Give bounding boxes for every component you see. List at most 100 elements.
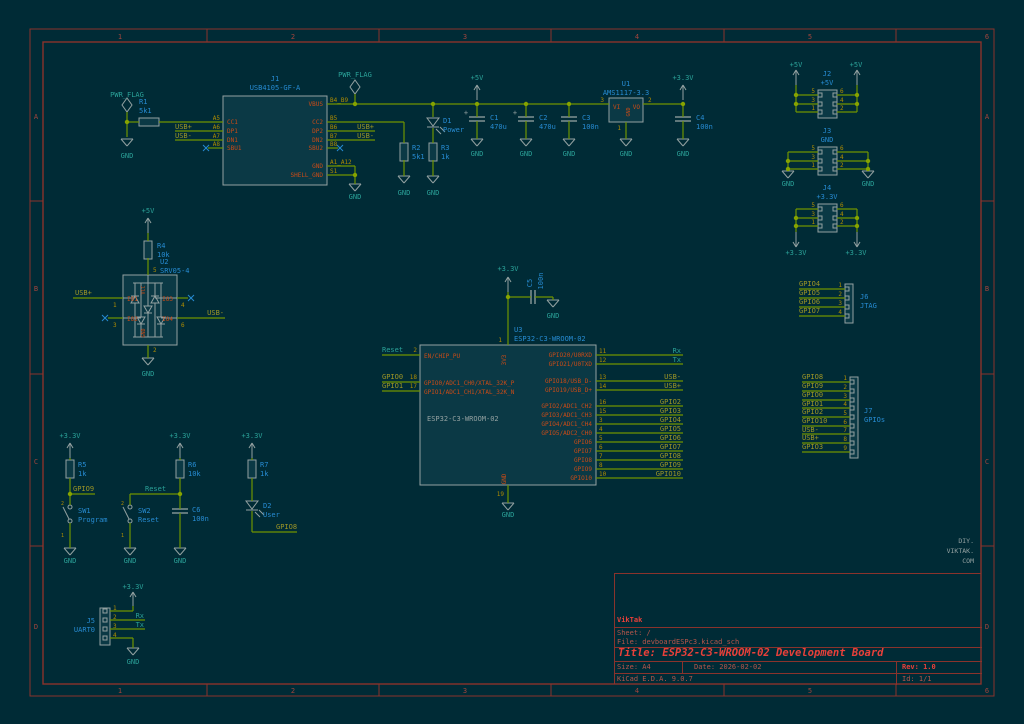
pin-name[interactable]: DN2 xyxy=(312,137,323,144)
component-ref-value[interactable]: R6 xyxy=(188,461,196,469)
pin-number[interactable]: 3 xyxy=(113,322,117,329)
pin-number[interactable]: 4 xyxy=(840,211,844,218)
pin-name[interactable]: VBUS xyxy=(309,101,324,108)
pin-name[interactable]: GPIO19/USB_D+ xyxy=(545,387,592,394)
pin-name[interactable]: EN/CHIP_PU xyxy=(424,353,461,360)
pin-number[interactable]: 3 xyxy=(843,393,847,400)
component-ref-value[interactable]: 5k1 xyxy=(412,153,425,161)
pin-number[interactable]: 2 xyxy=(840,105,844,112)
net-label[interactable]: GPIO9 xyxy=(802,382,823,390)
pin-name[interactable]: GPIO1/ADC1_CH1/XTAL_32K_N xyxy=(424,389,515,396)
gnd-symbol[interactable] xyxy=(398,176,404,183)
net-label[interactable]: GPIO10 xyxy=(802,417,827,425)
pin-number[interactable]: 2 xyxy=(840,219,844,226)
net-label[interactable]: GPIO8 xyxy=(660,452,681,460)
pin-name[interactable]: SBU1 xyxy=(227,145,242,152)
component-ref-value[interactable]: USB4105-GF-A xyxy=(250,84,301,92)
pin-number[interactable]: 1 xyxy=(617,125,621,132)
pin-name[interactable]: IO1 xyxy=(127,296,138,303)
pin-number[interactable]: 4 xyxy=(843,401,847,408)
pin-number[interactable]: 2 xyxy=(838,291,842,298)
gnd-symbol[interactable] xyxy=(133,648,139,655)
pin-name[interactable]: SHELL_GND xyxy=(290,172,323,179)
component-ref-value[interactable]: JTAG xyxy=(860,302,877,310)
gnd-symbol[interactable] xyxy=(620,139,626,146)
net-label[interactable]: USB+ xyxy=(664,382,681,390)
junction-dot[interactable] xyxy=(353,173,357,177)
component-ref-value[interactable]: SW2 xyxy=(138,507,151,515)
power-net-label[interactable]: GND xyxy=(124,557,137,565)
gnd-symbol[interactable] xyxy=(121,139,127,146)
junction-dot[interactable] xyxy=(866,167,870,171)
power-net-label[interactable]: +3.3V xyxy=(672,74,694,82)
resistor-symbol[interactable] xyxy=(400,143,408,161)
power-net-label[interactable]: GND xyxy=(520,150,533,158)
pin-number[interactable]: 1 xyxy=(843,375,847,382)
component-ref-value[interactable]: 100n xyxy=(696,123,713,131)
pin-number[interactable]: A1_A12 xyxy=(330,159,352,166)
gnd-symbol[interactable] xyxy=(127,648,133,655)
junction-dot[interactable] xyxy=(431,102,435,106)
pin-number[interactable]: A8 xyxy=(213,141,221,148)
pin-name[interactable]: GPIO9 xyxy=(574,466,592,473)
component-ref-value[interactable]: J4 xyxy=(823,184,831,192)
power-net-label[interactable]: GND xyxy=(121,152,134,160)
component-ref-value[interactable]: U3 xyxy=(514,326,522,334)
gnd-symbol[interactable] xyxy=(502,503,508,510)
gnd-symbol[interactable] xyxy=(148,358,154,365)
pin-number[interactable]: B6 xyxy=(330,124,338,131)
pin-name[interactable]: IO2 xyxy=(127,316,138,323)
power-net-label[interactable]: +5V xyxy=(471,74,484,82)
gnd-symbol[interactable] xyxy=(174,548,180,555)
power-net-label[interactable]: +3.3V xyxy=(785,249,807,257)
pin-number[interactable]: 2 xyxy=(61,501,64,507)
schematic-text[interactable]: + xyxy=(513,109,517,117)
gnd-symbol[interactable] xyxy=(569,139,575,146)
pin-number[interactable]: 4 xyxy=(113,632,117,639)
component-ref-value[interactable]: 1k xyxy=(78,470,87,478)
net-label[interactable]: GPIO6 xyxy=(660,434,681,442)
component-ref-value[interactable]: C1 xyxy=(490,114,498,122)
component-ref-value[interactable]: C5 xyxy=(526,279,534,287)
component-ref-value[interactable]: J2 xyxy=(823,70,831,78)
junction-dot[interactable] xyxy=(178,492,182,496)
schematic-text[interactable]: + xyxy=(464,109,468,117)
net-label[interactable]: GPIO7 xyxy=(799,307,820,315)
junction-dot[interactable] xyxy=(855,102,859,106)
component-ref-value[interactable]: U2 xyxy=(160,258,168,266)
component-ref-value[interactable]: UART0 xyxy=(74,626,95,634)
pwr-flag-symbol[interactable] xyxy=(122,98,132,112)
net-label[interactable]: USB- xyxy=(802,426,819,434)
pin-number[interactable]: 14 xyxy=(599,383,607,390)
power-net-label[interactable]: GND xyxy=(64,557,77,565)
gnd-symbol[interactable] xyxy=(520,139,526,146)
pin-name[interactable]: GPIO21/U0TXD xyxy=(549,361,593,368)
component-ref-value[interactable]: C3 xyxy=(582,114,590,122)
pin-number[interactable]: 8 xyxy=(599,462,603,469)
pin-number[interactable]: 2 xyxy=(113,614,117,621)
pin-number[interactable]: 2 xyxy=(121,501,124,507)
pin-number[interactable]: 6 xyxy=(840,145,844,152)
component-ref-value[interactable]: ESP32-C3-WROOM-02 xyxy=(514,335,586,343)
component-ref-value[interactable]: R3 xyxy=(441,144,449,152)
pin-number[interactable]: 17 xyxy=(410,383,418,390)
net-label[interactable]: GPIO5 xyxy=(660,425,681,433)
pin-name[interactable]: VO xyxy=(633,104,641,111)
net-label[interactable]: USB- xyxy=(207,309,224,317)
component-ref-value[interactable]: D1 xyxy=(443,117,451,125)
pin-number[interactable]: 11 xyxy=(599,348,607,355)
component-ref-value[interactable]: +5V xyxy=(821,79,834,87)
pwr-flag-symbol[interactable] xyxy=(350,80,360,94)
pin-name[interactable]: GPIO10 xyxy=(570,475,592,482)
pin-number[interactable]: 13 xyxy=(599,374,607,381)
power-net-label[interactable]: +3.3V xyxy=(497,265,519,273)
power-net-label[interactable]: GND xyxy=(142,370,155,378)
net-label[interactable]: GPIO0 xyxy=(382,373,403,381)
power-net-label[interactable]: GND xyxy=(502,511,515,519)
pin-number[interactable]: 2 xyxy=(840,162,844,169)
pin-name[interactable]: CC1 xyxy=(227,119,238,126)
pin-name[interactable]: GPIO8 xyxy=(574,457,592,464)
component-ref-value[interactable]: C4 xyxy=(696,114,704,122)
pin-number[interactable]: 5 xyxy=(843,410,847,417)
power-net-label[interactable]: GND xyxy=(349,193,362,201)
